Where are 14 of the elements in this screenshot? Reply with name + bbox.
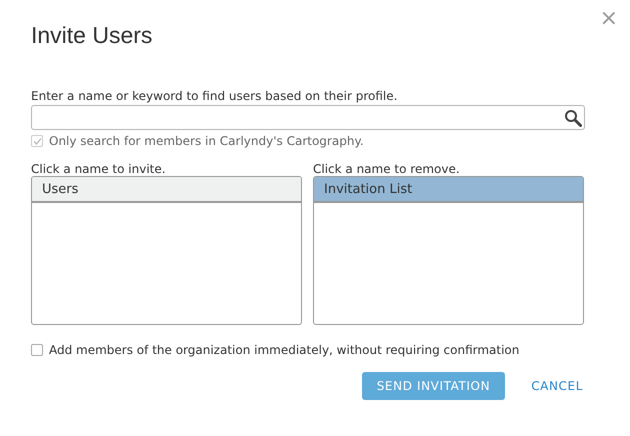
checkbox-label: Only search for members in Carlyndy's Cartography. bbox=[49, 134, 364, 148]
search-field[interactable] bbox=[31, 105, 585, 130]
search-icon[interactable] bbox=[564, 108, 582, 126]
checkbox-label: Add members of the organization immediately, without requiring confirmation bbox=[49, 343, 520, 357]
checkbox[interactable] bbox=[31, 344, 43, 356]
search-label: Enter a name or keyword to find users based on their profile. bbox=[31, 89, 398, 103]
list-hint: Click a name to invite. bbox=[31, 162, 167, 176]
list-header[interactable]: Invitation List bbox=[314, 177, 583, 203]
list-header[interactable]: Users bbox=[32, 177, 301, 203]
cancel-link[interactable]: CANCEL bbox=[531, 379, 583, 393]
list-box[interactable]: Users bbox=[31, 176, 302, 325]
list-hint: Click a name to remove. bbox=[313, 162, 461, 176]
dialog-title: Invite Users bbox=[31, 22, 154, 50]
list-box[interactable]: Invitation List bbox=[313, 176, 584, 325]
